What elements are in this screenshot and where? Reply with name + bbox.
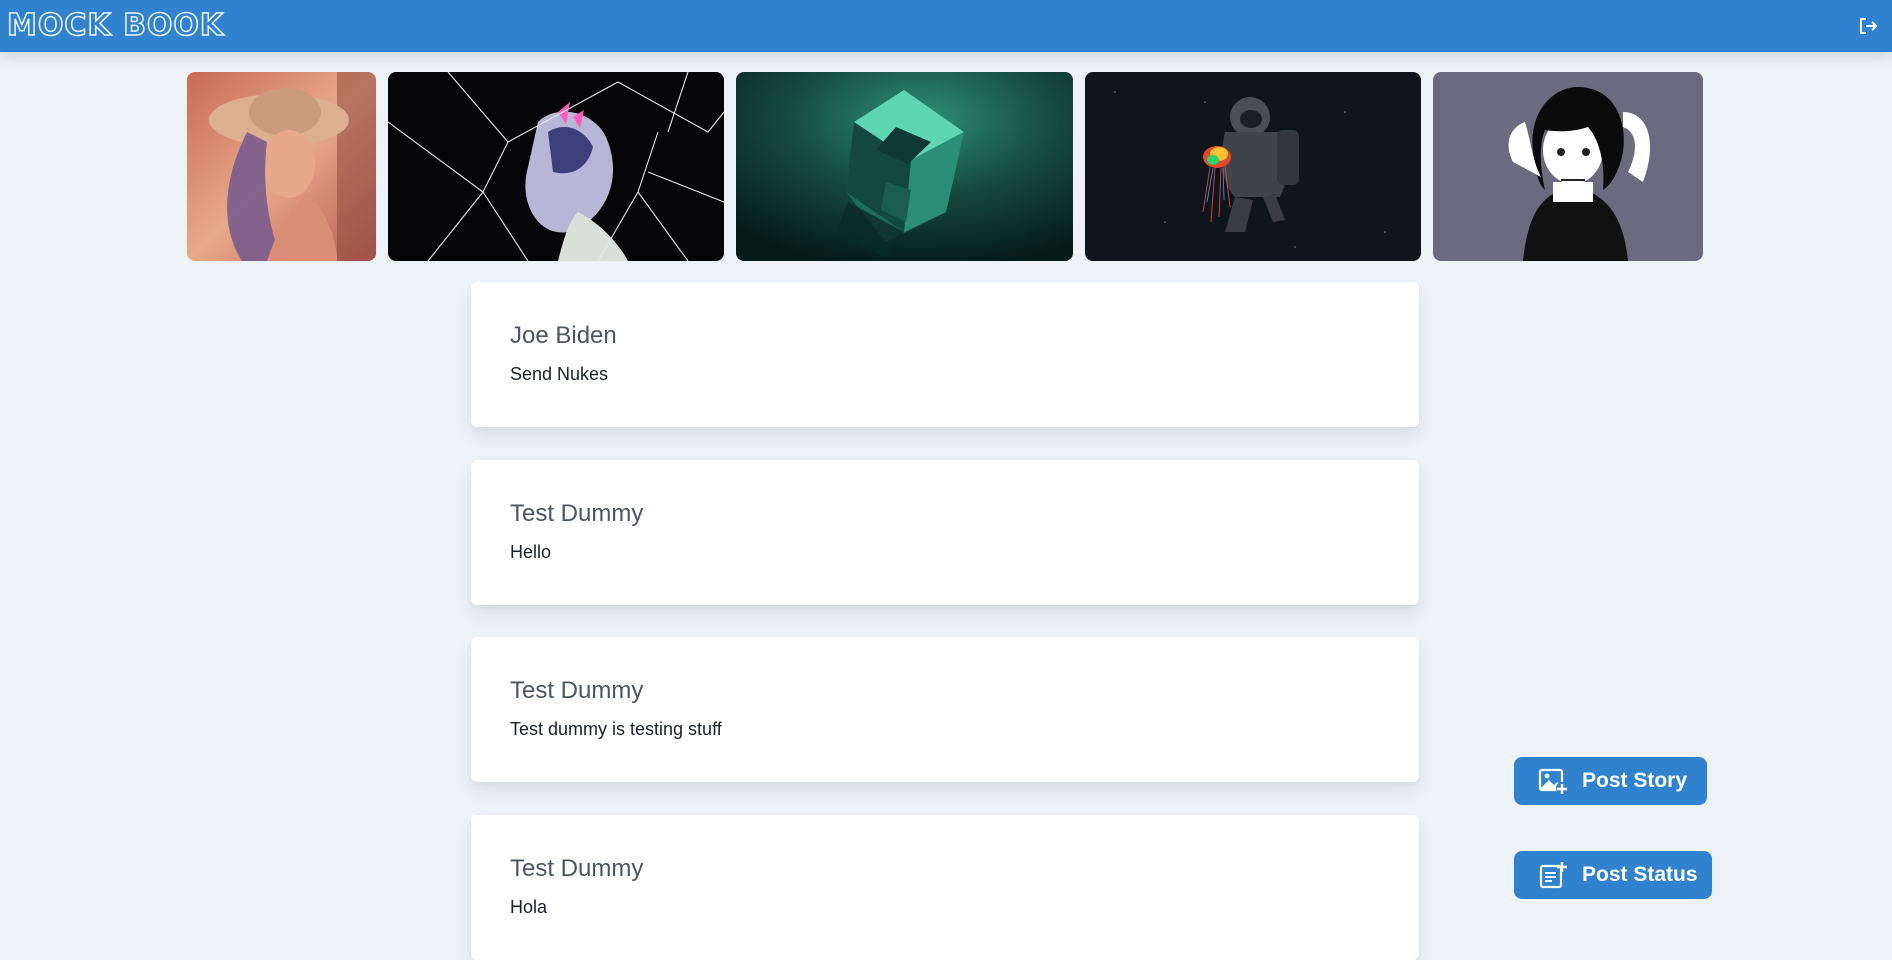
post-story-button[interactable]: Post Story bbox=[1514, 757, 1707, 805]
post-text: Test dummy is testing stuff bbox=[510, 719, 722, 739]
story-thumbnail-4[interactable] bbox=[1085, 72, 1421, 261]
logout-icon[interactable] bbox=[1858, 16, 1878, 36]
post-card[interactable]: Joe Biden Send Nukes bbox=[471, 282, 1419, 427]
story-thumbnail-3[interactable] bbox=[736, 72, 1073, 261]
image-plus-icon bbox=[1538, 766, 1568, 796]
story-thumbnail-1[interactable] bbox=[187, 72, 376, 261]
post-author[interactable]: Test Dummy bbox=[510, 677, 643, 705]
post-card[interactable]: Test Dummy Test dummy is testing stuff bbox=[471, 637, 1419, 782]
post-text: Hola bbox=[510, 897, 548, 917]
post-status-label: Post Status bbox=[1582, 863, 1698, 886]
post-status-button[interactable]: Post Status bbox=[1514, 851, 1712, 899]
post-author[interactable]: Joe Biden bbox=[510, 322, 617, 350]
story-thumbnail-5[interactable] bbox=[1433, 72, 1703, 261]
stories-row bbox=[0, 72, 1892, 262]
post-text: Send Nukes bbox=[510, 364, 609, 384]
top-navbar: MOCK BOOK bbox=[0, 0, 1892, 52]
post-story-label: Post Story bbox=[1582, 769, 1688, 792]
post-card[interactable]: Test Dummy Hola bbox=[471, 815, 1419, 960]
app-logo[interactable]: MOCK BOOK bbox=[6, 6, 224, 46]
note-plus-icon bbox=[1538, 860, 1568, 890]
post-author[interactable]: Test Dummy bbox=[510, 855, 643, 883]
post-text: Hello bbox=[510, 542, 552, 562]
post-author[interactable]: Test Dummy bbox=[510, 500, 643, 528]
story-thumbnail-2[interactable] bbox=[388, 72, 724, 261]
post-card[interactable]: Test Dummy Hello bbox=[471, 460, 1419, 605]
